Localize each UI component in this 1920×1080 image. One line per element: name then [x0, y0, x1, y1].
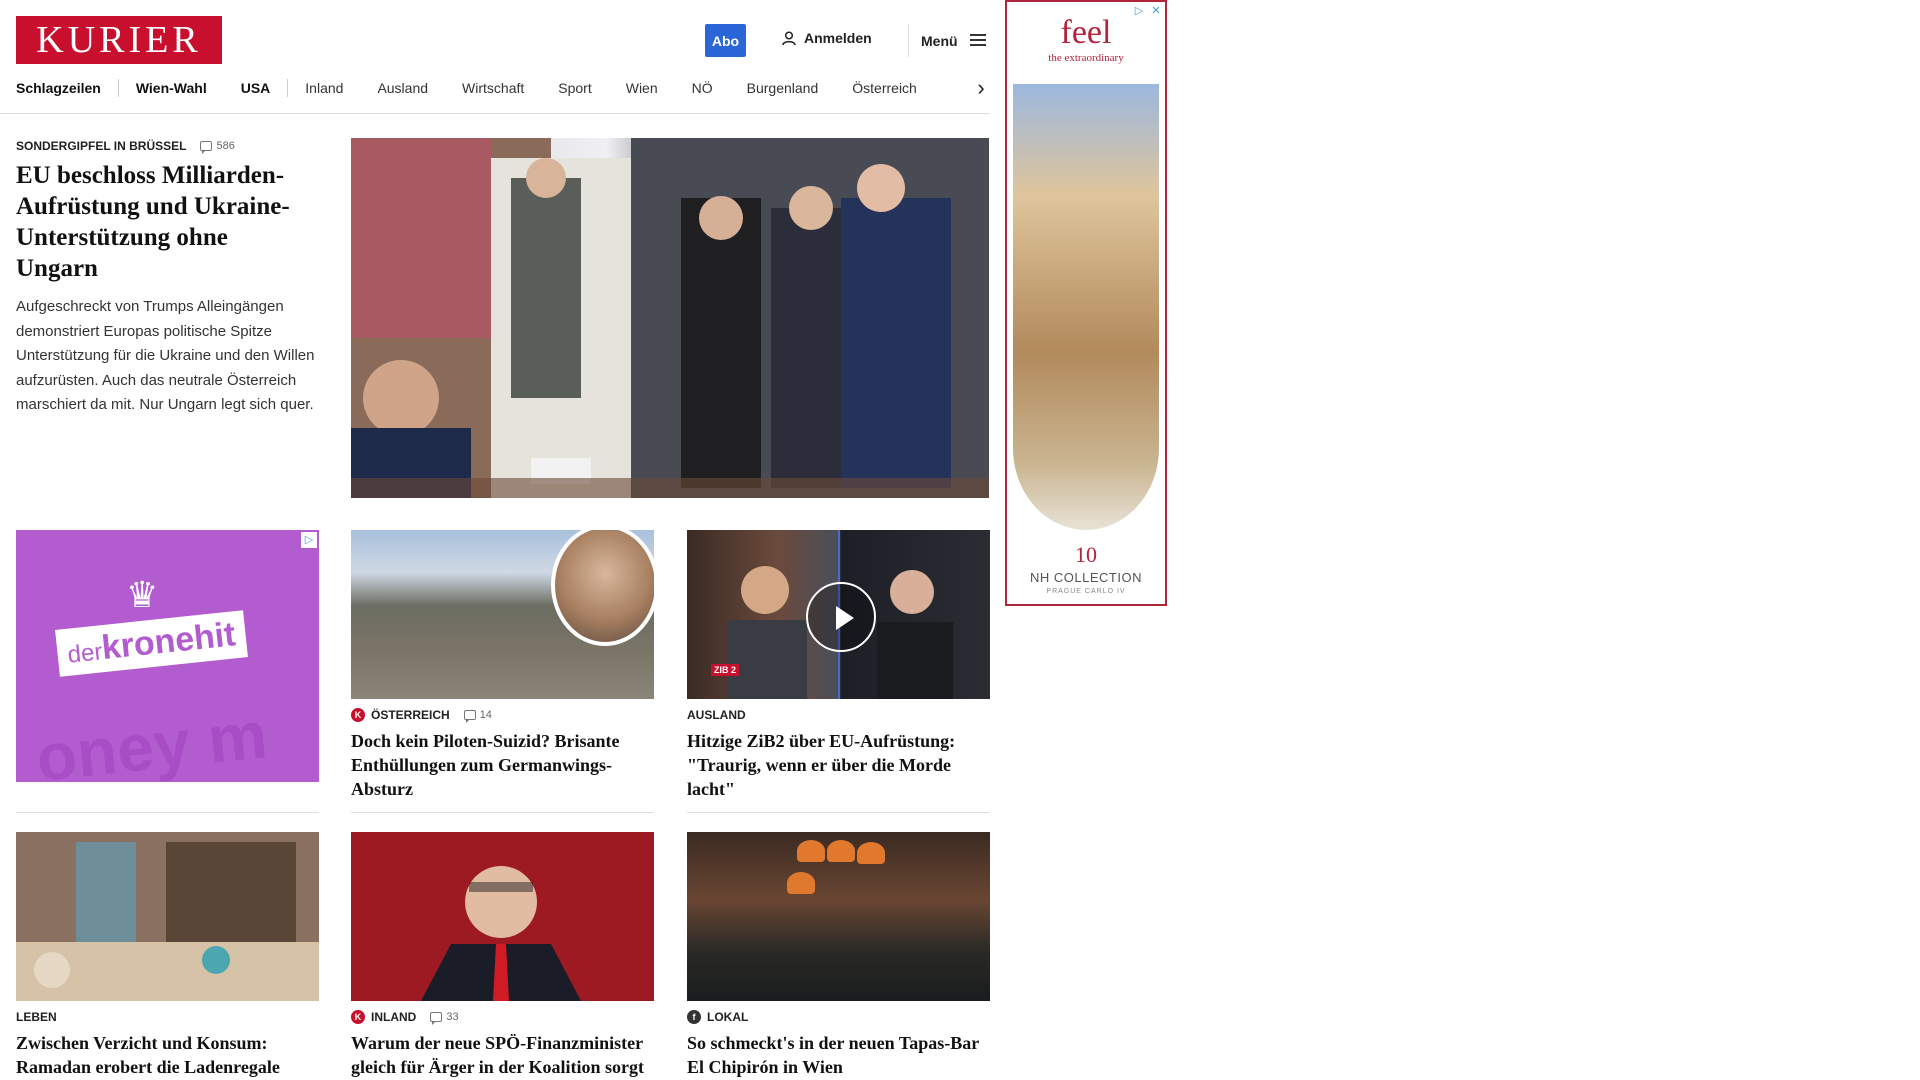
kronehit-ad[interactable]: ▷ ♛ derkronehit oney m — [16, 530, 319, 782]
login-label: Anmelden — [804, 30, 872, 46]
ad-background-text: oney m — [32, 697, 271, 782]
article-headline[interactable]: So schmeckt's in der neuen Tapas-Bar El … — [687, 1031, 990, 1079]
article-image[interactable] — [351, 832, 654, 1001]
article-kicker-label: LOKAL — [707, 1010, 749, 1024]
article-kicker: AUSLAND — [687, 707, 990, 723]
lamp-shape — [827, 840, 855, 862]
lead-kicker: SONDERGIPFEL IN BRÜSSEL 586 — [16, 139, 235, 154]
user-icon — [782, 30, 796, 45]
article-kicker: K ÖSTERREICH 14 — [351, 707, 654, 723]
nh-collection-ad[interactable]: ▷ ✕ feel the extraordinary 10 NH COLLECT… — [1005, 0, 1167, 606]
login-button[interactable]: Anmelden — [782, 30, 872, 46]
main-nav: Schlagzeilen Wien-Wahl USA Inland Auslan… — [16, 76, 991, 100]
ad-location: PRAGUE CARLO IV — [1046, 588, 1126, 595]
portrait-inset — [551, 530, 654, 646]
politician-scene — [351, 832, 654, 1001]
row-divider — [351, 812, 654, 813]
article-image[interactable] — [16, 832, 319, 1001]
article-headline[interactable]: Warum der neue SPÖ-Finanzminister gleich… — [351, 1031, 654, 1079]
video-thumbnail[interactable]: ZIB 2 — [687, 530, 990, 699]
article-kicker-label: INLAND — [371, 1010, 417, 1024]
nav-item-oesterreich[interactable]: Österreich — [835, 80, 934, 96]
lead-kicker-label: SONDERGIPFEL IN BRÜSSEL — [16, 139, 187, 153]
nav-item-burgenland[interactable]: Burgenland — [730, 80, 836, 96]
nav-item-wien[interactable]: Wien — [609, 80, 675, 96]
article-kicker: f LOKAL — [687, 1009, 990, 1025]
abo-button[interactable]: Abo — [705, 24, 746, 57]
nav-item-ausland[interactable]: Ausland — [360, 80, 445, 96]
article-comment-number: 14 — [479, 709, 492, 721]
article-comment-number: 33 — [446, 1011, 459, 1023]
crown-icon: ♛ — [126, 574, 159, 615]
falstaff-badge: f — [687, 1010, 701, 1024]
menu-button[interactable]: Menü — [908, 24, 986, 57]
article-headline[interactable]: Zwischen Verzicht und Konsum: Ramadan er… — [16, 1031, 319, 1079]
article-kicker: K INLAND 33 — [351, 1009, 654, 1025]
article-comment-count[interactable]: 14 — [463, 709, 492, 723]
lead-comment-count[interactable]: 586 — [200, 140, 235, 154]
lead-comment-number: 586 — [216, 140, 235, 152]
row-divider — [687, 812, 990, 813]
decor-scene — [16, 832, 319, 1001]
article-image[interactable] — [687, 832, 990, 1001]
article-card[interactable]: f LOKAL So schmeckt's in der neuen Tapas… — [687, 832, 990, 1079]
comment-icon — [430, 1012, 443, 1025]
kurier-plus-badge: K — [351, 708, 365, 722]
article-kicker-label: AUSLAND — [687, 708, 746, 722]
article-kicker: LEBEN — [16, 1009, 319, 1025]
comment-icon — [463, 710, 476, 723]
ad-choices-icon[interactable]: ▷ — [301, 532, 317, 548]
lead-headline[interactable]: EU beschloss Milliarden-Aufrüstung und U… — [16, 160, 316, 284]
menu-label: Menü — [921, 32, 958, 49]
lamp-shape — [857, 842, 885, 864]
zib2-logo: ZIB 2 — [711, 664, 740, 676]
article-card[interactable]: ZIB 2 AUSLAND Hitzige ZiB2 über EU-Aufrü… — [687, 530, 990, 801]
header-divider — [0, 113, 990, 114]
nav-item-wien-wahl[interactable]: Wien-Wahl — [119, 80, 224, 96]
kurier-plus-badge: K — [351, 1010, 365, 1024]
kronehit-brand: kronehit — [99, 615, 238, 668]
lead-image[interactable] — [351, 138, 989, 498]
ad-collection-name: NH COLLECTION — [1030, 570, 1142, 585]
nav-item-schlagzeilen[interactable]: Schlagzeilen — [16, 80, 118, 96]
article-headline[interactable]: Doch kein Piloten-Suizid? Brisante Enthü… — [351, 729, 654, 801]
lead-teaser: Aufgeschreckt von Trumps Alleingängen de… — [16, 298, 315, 413]
article-image[interactable] — [351, 530, 654, 699]
nav-item-inland[interactable]: Inland — [288, 80, 360, 96]
hamburger-icon — [969, 34, 986, 47]
nav-item-sport[interactable]: Sport — [541, 80, 608, 96]
article-headline[interactable]: Hitzige ZiB2 über EU-Aufrüstung: "Trauri… — [687, 729, 990, 801]
ad-headline: feel — [1060, 14, 1112, 51]
nav-item-noe[interactable]: NÖ — [675, 80, 730, 96]
lead-photo-scene — [351, 138, 989, 498]
article-kicker-label: LEBEN — [16, 1010, 57, 1024]
site-header: KURIER Abo Anmelden Menü Schlagzeilen Wi… — [0, 0, 990, 114]
ad-subline: the extraordinary — [1048, 52, 1124, 64]
article-card[interactable]: LEBEN Zwischen Verzicht und Konsum: Rama… — [16, 832, 319, 1079]
lamp-shape — [787, 872, 815, 894]
row-divider — [16, 812, 319, 813]
nav-item-wirtschaft[interactable]: Wirtschaft — [445, 80, 541, 96]
kurier-logo[interactable]: KURIER — [16, 16, 222, 64]
lamp-shape — [797, 840, 825, 862]
article-card[interactable]: K INLAND 33 Warum der neue SPÖ-Finanzmin… — [351, 832, 654, 1079]
play-icon[interactable] — [806, 582, 876, 652]
kronehit-prefix: der — [66, 638, 104, 669]
article-kicker-label: ÖSTERREICH — [371, 708, 450, 722]
article-card[interactable]: K ÖSTERREICH 14 Doch kein Piloten-Suizid… — [351, 530, 654, 801]
article-comment-count[interactable]: 33 — [430, 1011, 459, 1025]
anniversary-badge: 10 — [1075, 542, 1097, 567]
nav-item-usa[interactable]: USA — [224, 80, 288, 96]
chevron-right-icon[interactable]: › — [971, 76, 991, 100]
hotel-photo — [1013, 84, 1159, 530]
kronehit-logo: derkronehit — [55, 610, 248, 677]
comment-icon — [200, 141, 213, 154]
